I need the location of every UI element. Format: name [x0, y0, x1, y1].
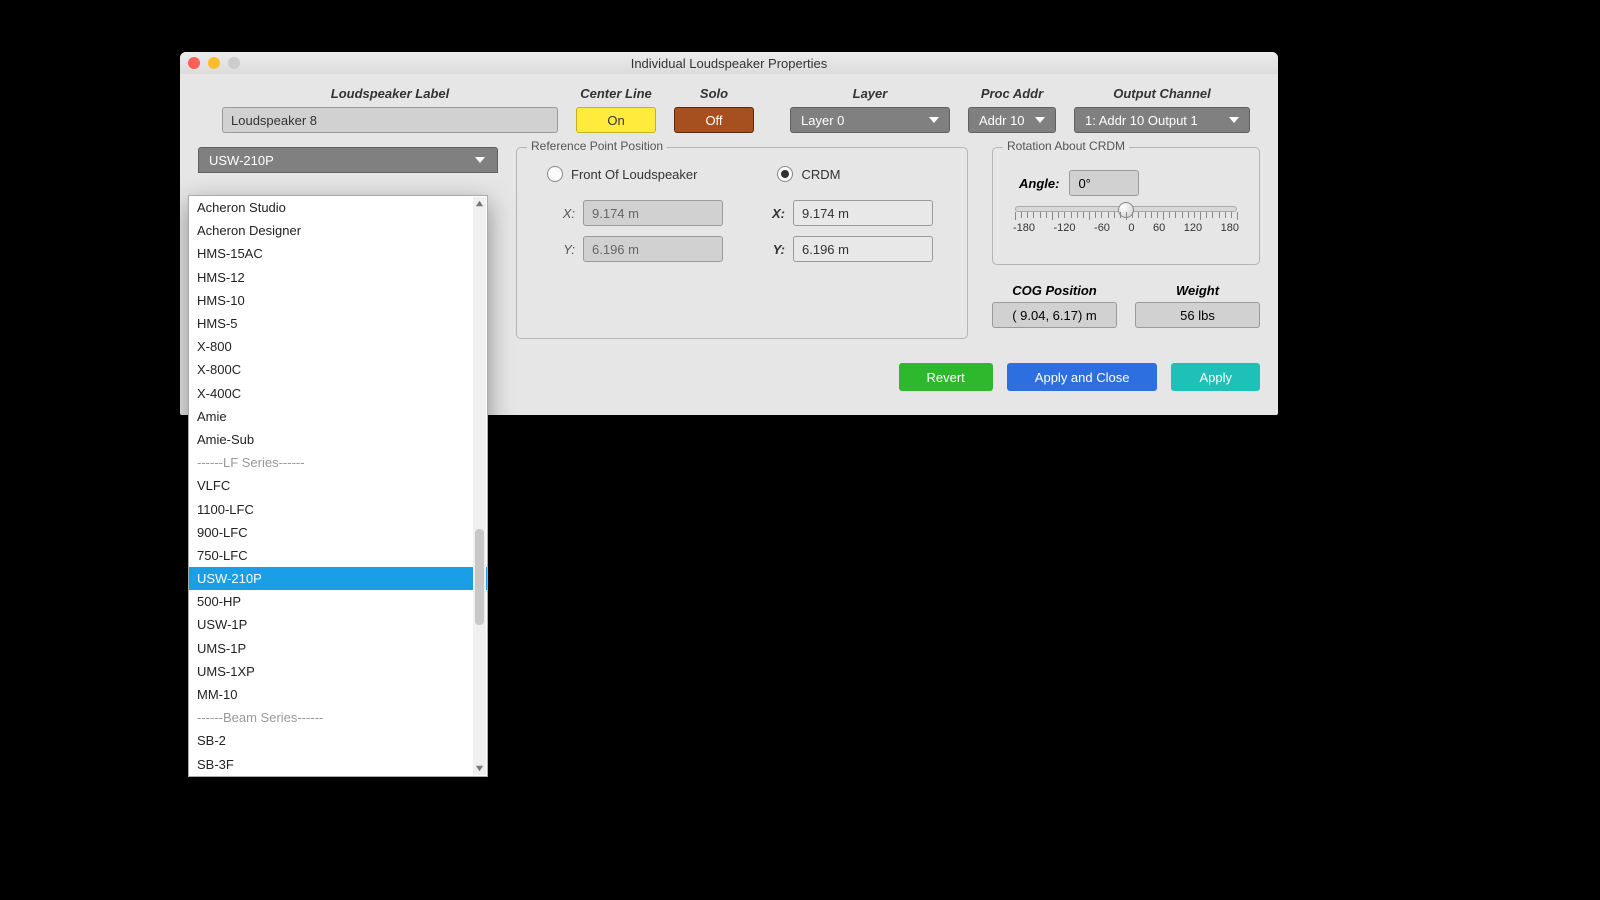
list-item[interactable]: X-800 [189, 335, 487, 358]
list-item[interactable]: USW-210P [189, 567, 487, 590]
list-item[interactable]: X-800C [189, 358, 487, 381]
info-row: COG Position ( 9.04, 6.17) m Weight 56 l… [992, 283, 1260, 328]
label-center-line: Center Line [580, 86, 652, 101]
button-row: Revert Apply and Close Apply [899, 363, 1261, 391]
minimize-icon[interactable] [208, 57, 220, 69]
scroll-up-icon[interactable] [473, 197, 486, 210]
slider-tick-label: -180 [1013, 222, 1035, 234]
model-dropdown[interactable]: USW-210P [198, 147, 498, 173]
scrollbar[interactable] [473, 197, 486, 775]
list-item[interactable]: Amie-Sub [189, 428, 487, 451]
rotation-title: Rotation About CRDM [1003, 139, 1129, 153]
list-separator: ------Beam Series------ [189, 706, 487, 729]
list-item[interactable]: 900-LFC [189, 521, 487, 544]
x-label-ro: X: [537, 206, 575, 221]
label-output-channel: Output Channel [1113, 86, 1211, 101]
list-item[interactable]: HMS-5 [189, 312, 487, 335]
list-item[interactable]: X-400C [189, 382, 487, 405]
list-item[interactable]: 1100-LFC [189, 497, 487, 520]
proc-addr-dropdown[interactable]: Addr 10 [968, 107, 1056, 133]
list-item[interactable]: SB-2 [189, 729, 487, 752]
radio-icon [777, 166, 793, 182]
list-separator: ------LF Series------ [189, 451, 487, 474]
zoom-icon [228, 57, 240, 69]
list-item[interactable]: HMS-15AC [189, 242, 487, 265]
y-label-ed: Y: [747, 242, 785, 257]
slider-tick-label: 0 [1128, 222, 1134, 234]
model-dropdown-list[interactable]: Acheron StudioAcheron DesignerHMS-15ACHM… [188, 195, 488, 777]
reference-point-fieldset: Reference Point Position Front Of Loudsp… [516, 147, 968, 339]
slider-ticks [1015, 212, 1237, 220]
angle-input[interactable] [1069, 170, 1139, 196]
list-item[interactable]: Acheron Designer [189, 219, 487, 242]
radio-crdm[interactable]: CRDM [777, 166, 840, 182]
label-proc-addr: Proc Addr [981, 86, 1043, 101]
slider-labels: -180 -120 -60 0 60 120 180 [1013, 222, 1239, 234]
rotation-fieldset: Rotation About CRDM Angle: -180-120-6006… [992, 147, 1260, 265]
radio-front-loudspeaker[interactable]: Front Of Loudspeaker [547, 166, 697, 182]
slider-tick-label: 120 [1184, 222, 1202, 234]
cog-value: ( 9.04, 6.17) m [992, 302, 1117, 328]
scroll-down-icon[interactable] [473, 762, 486, 775]
label-loudspeaker-label: Loudspeaker Label [331, 86, 449, 101]
loudspeaker-label-input[interactable] [222, 107, 558, 133]
window-title: Individual Loudspeaker Properties [180, 56, 1278, 71]
slider-tick-label: 180 [1221, 222, 1239, 234]
list-item[interactable]: UMS-1XP [189, 660, 487, 683]
list-item[interactable]: USW-1P [189, 613, 487, 636]
crdm-x-input[interactable] [793, 200, 933, 226]
cog-label: COG Position [1012, 283, 1097, 298]
traffic-lights [188, 57, 240, 69]
crdm-y-input[interactable] [793, 236, 933, 262]
label-solo: Solo [700, 86, 728, 101]
slider-tick-label: -120 [1054, 222, 1076, 234]
front-x-input [583, 200, 723, 226]
list-item[interactable]: HMS-10 [189, 289, 487, 312]
list-item[interactable]: MM-10 [189, 683, 487, 706]
angle-label: Angle: [1019, 176, 1059, 191]
list-item[interactable]: VLFC [189, 474, 487, 497]
header-row: Loudspeaker Label Center Line On Solo Of… [198, 86, 1260, 133]
weight-value: 56 lbs [1135, 302, 1260, 328]
close-icon[interactable] [188, 57, 200, 69]
scroll-thumb[interactable] [475, 529, 484, 625]
list-item[interactable]: UMS-1P [189, 637, 487, 660]
apply-and-close-button[interactable]: Apply and Close [1007, 363, 1158, 391]
center-line-toggle[interactable]: On [576, 107, 656, 133]
slider-tick-label: 60 [1153, 222, 1165, 234]
front-y-input [583, 236, 723, 262]
layer-dropdown[interactable]: Layer 0 [790, 107, 950, 133]
solo-toggle[interactable]: Off [674, 107, 754, 133]
list-item[interactable]: 750-LFC [189, 544, 487, 567]
list-item[interactable]: 500-HP [189, 590, 487, 613]
output-channel-dropdown[interactable]: 1: Addr 10 Output 1 [1074, 107, 1250, 133]
revert-button[interactable]: Revert [899, 363, 993, 391]
list-item[interactable]: SB-3F [189, 753, 487, 776]
weight-label: Weight [1176, 283, 1219, 298]
titlebar: Individual Loudspeaker Properties [180, 52, 1278, 74]
reference-title: Reference Point Position [527, 139, 667, 153]
angle-slider[interactable]: -180 -120 -60 0 60 120 180 [1009, 206, 1243, 234]
list-item[interactable]: HMS-12 [189, 266, 487, 289]
y-label-ro: Y: [537, 242, 575, 257]
list-item[interactable]: Acheron Studio [189, 196, 487, 219]
apply-button[interactable]: Apply [1171, 363, 1260, 391]
radio-icon [547, 166, 563, 182]
list-item[interactable]: Amie [189, 405, 487, 428]
label-layer: Layer [853, 86, 888, 101]
slider-tick-label: -60 [1094, 222, 1110, 234]
x-label-ed: X: [747, 206, 785, 221]
